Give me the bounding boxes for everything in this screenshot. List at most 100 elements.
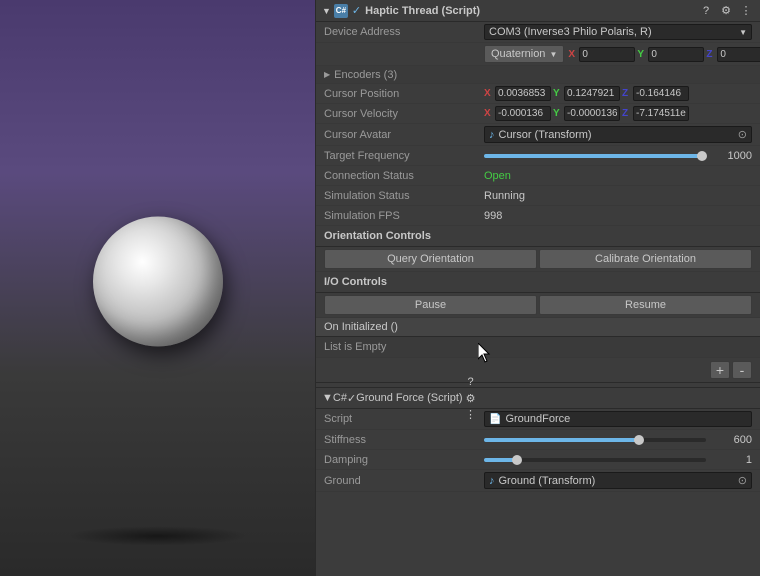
damping-row: Damping 1 [316, 450, 760, 470]
ground-label: Ground [324, 475, 484, 487]
cx-label: X [484, 88, 494, 99]
cursor-vel-x-input[interactable] [495, 106, 551, 121]
dropdown-arrow-icon: ▼ [549, 50, 557, 59]
quat-x-input[interactable] [579, 47, 635, 62]
target-frequency-slider-thumb[interactable] [697, 151, 707, 161]
quat-x-field: X [568, 47, 635, 62]
quaternion-row: Quaternion ▼ X Y Z W [316, 43, 760, 66]
cursor-position-row: Cursor Position X Y Z [316, 84, 760, 104]
cursor-pos-x-field: X [484, 86, 551, 101]
script-name: GroundForce [505, 413, 570, 425]
ground-transform-text: Ground (Transform) [499, 475, 596, 487]
ground-value[interactable]: ♪ Ground (Transform) ⊙ [484, 472, 752, 489]
quaternion-dropdown[interactable]: Quaternion ▼ [484, 45, 564, 63]
target-frequency-value: 1000 [712, 150, 752, 162]
cursor-vel-y-field: Y [553, 106, 620, 121]
stiffness-row: Stiffness 600 [316, 430, 760, 450]
help2-icon[interactable]: ? [463, 374, 479, 390]
gear-icon[interactable]: ⚙ [718, 3, 734, 19]
script-value[interactable]: 📄 GroundForce [484, 411, 752, 427]
stiffness-slider-thumb[interactable] [634, 435, 644, 445]
cursor-vel-x-field: X [484, 106, 551, 121]
3d-sphere [93, 217, 223, 347]
x-label: X [568, 49, 578, 60]
z-label: Z [706, 49, 716, 60]
component2-enabled-check[interactable]: ✓ [347, 392, 356, 405]
cursor-avatar-label: Cursor Avatar [324, 129, 484, 141]
simulation-status-label: Simulation Status [324, 190, 484, 202]
cursor-pos-z-field: Z [622, 86, 689, 101]
encoder-arrow-icon: ▶ [324, 70, 330, 79]
damping-value: 1 [712, 454, 752, 466]
cy-label: Y [553, 88, 563, 99]
cursor-vel-z-input[interactable] [633, 106, 689, 121]
orientation-controls-header: Orientation Controls [316, 226, 760, 247]
device-address-row: Device Address COM3 (Inverse3 Philo Pola… [316, 22, 760, 43]
encoders-label: Encoders (3) [334, 69, 397, 81]
connection-status-row: Connection Status Open [316, 166, 760, 186]
cursor-vel-y-input[interactable] [564, 106, 620, 121]
cursor-avatar-target-icon[interactable]: ⊙ [738, 128, 747, 141]
ground-force-component-header: ▼ C# ✓ Ground Force (Script) ? ⚙ ⋮ [316, 387, 760, 409]
encoders-row[interactable]: ▶ Encoders (3) [316, 66, 760, 84]
haptic-script-icon: C# [334, 4, 348, 18]
simulation-fps-value: 998 [484, 210, 752, 222]
cursor-pos-z-input[interactable] [633, 86, 689, 101]
script-row: Script 📄 GroundForce [316, 409, 760, 430]
vz-label: Z [622, 108, 632, 119]
cursor-vel-z-field: Z [622, 106, 689, 121]
stiffness-slider-fill [484, 438, 639, 442]
pause-button[interactable]: Pause [324, 295, 537, 315]
cursor-pos-y-input[interactable] [564, 86, 620, 101]
device-address-value[interactable]: COM3 (Inverse3 Philo Polaris, R) ▼ [484, 24, 752, 40]
3d-viewport[interactable] [0, 0, 315, 576]
menu-icon[interactable]: ⋮ [738, 3, 754, 19]
help-icon[interactable]: ? [698, 3, 714, 19]
connection-status-value: Open [484, 170, 752, 182]
cursor-music-icon: ♪ [489, 129, 495, 141]
ground-force-script-icon: C# [333, 392, 347, 404]
connection-status-label: Connection Status [324, 170, 484, 182]
cursor-position-label: Cursor Position [324, 88, 484, 100]
query-orientation-button[interactable]: Query Orientation [324, 249, 537, 269]
ground-target-icon[interactable]: ⊙ [738, 474, 747, 487]
cursor-avatar-text: Cursor (Transform) [499, 129, 592, 141]
resume-button[interactable]: Resume [539, 295, 752, 315]
component1-title: Haptic Thread (Script) [365, 5, 698, 17]
simulation-fps-label: Simulation FPS [324, 210, 484, 222]
calibrate-orientation-button[interactable]: Calibrate Orientation [539, 249, 752, 269]
damping-slider-track[interactable] [484, 458, 706, 462]
stiffness-value: 600 [712, 434, 752, 446]
gear2-icon[interactable]: ⚙ [463, 390, 479, 406]
haptic-thread-component-header: ▼ C# ✓ Haptic Thread (Script) ? ⚙ ⋮ [316, 0, 760, 22]
io-buttons-row: Pause Resume [316, 293, 760, 318]
device-address-label: Device Address [324, 26, 484, 38]
cursor-velocity-row: Cursor Velocity X Y Z [316, 104, 760, 124]
cursor-velocity-fields: X Y Z [484, 106, 752, 121]
component-enabled-check[interactable]: ✓ [352, 4, 361, 17]
cursor-velocity-label: Cursor Velocity [324, 108, 484, 120]
cursor-avatar-value[interactable]: ♪ Cursor (Transform) ⊙ [484, 126, 752, 143]
ground-shadow [68, 526, 248, 546]
remove-event-button[interactable]: - [732, 361, 752, 379]
event-list-empty: List is Empty [316, 337, 760, 358]
add-event-button[interactable]: + [710, 361, 730, 379]
quat-y-input[interactable] [648, 47, 704, 62]
cursor-pos-x-input[interactable] [495, 86, 551, 101]
component-arrow-icon: ▼ [322, 6, 331, 16]
component2-arrow-icon: ▼ [322, 392, 333, 404]
ground-row: Ground ♪ Ground (Transform) ⊙ [316, 470, 760, 492]
quat-z-input[interactable] [717, 47, 760, 62]
on-initialized-header: On Initialized () [316, 318, 760, 337]
cursor-position-fields: X Y Z [484, 86, 752, 101]
quaternion-fields: X Y Z W [568, 47, 760, 62]
inspector-panel: ▼ C# ✓ Haptic Thread (Script) ? ⚙ ⋮ Devi… [315, 0, 760, 576]
cz-label: Z [622, 88, 632, 99]
simulation-status-value: Running [484, 190, 752, 202]
damping-label: Damping [324, 454, 484, 466]
target-frequency-slider-track[interactable] [484, 154, 706, 158]
stiffness-label: Stiffness [324, 434, 484, 446]
device-dropdown-arrow[interactable]: ▼ [739, 28, 747, 37]
damping-slider-thumb[interactable] [512, 455, 522, 465]
stiffness-slider-track[interactable] [484, 438, 706, 442]
